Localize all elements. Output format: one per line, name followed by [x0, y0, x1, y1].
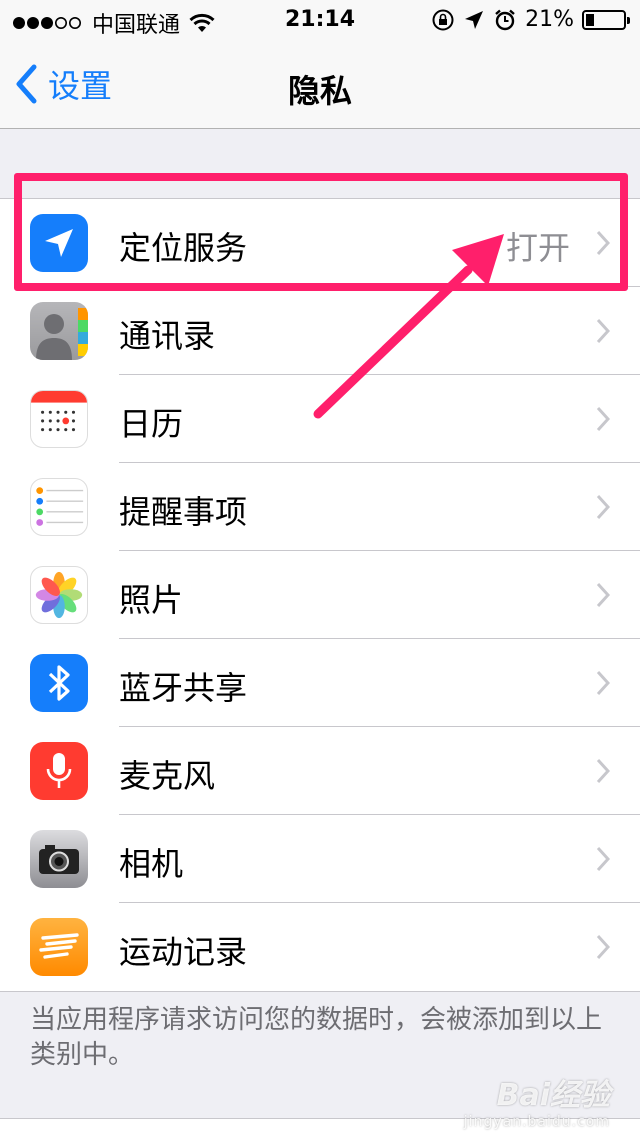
chevron-right-icon [596, 318, 610, 344]
bluetooth-icon [48, 665, 70, 701]
chevron-right-icon [596, 494, 610, 520]
rotation-lock-icon [432, 9, 454, 30]
chevron-right-icon [596, 846, 610, 872]
chevron-right-icon [596, 670, 610, 696]
row-value: 打开 [505, 229, 570, 267]
microphone-app-icon [30, 742, 88, 800]
motion-icon [39, 933, 79, 959]
photos-icon [35, 571, 83, 619]
chevron-right-icon [596, 582, 610, 608]
microphone-icon [46, 753, 72, 788]
status-bar: 中国联通 21:14 21% [0, 0, 640, 40]
settings-row-reminders[interactable]: 提醒事项 [0, 463, 640, 551]
watermark-main: Bai经验 [496, 1078, 610, 1113]
motion-app-icon [30, 918, 88, 976]
settings-row-photos[interactable]: 照片 [0, 551, 640, 639]
location-arrow-status-icon [465, 10, 484, 29]
chevron-right-icon [596, 758, 610, 784]
chevron-right-icon [596, 230, 610, 256]
row-label: 定位服务 [119, 229, 248, 267]
row-label: 照片 [119, 581, 184, 619]
battery-icon [582, 9, 630, 30]
camera-icon [39, 845, 79, 874]
privacy-settings-list: 定位服务 打开 通讯录 日历 提醒事项 照片 蓝牙共享 麦克风 相机 运动记录 [0, 198, 640, 992]
page-title: 隐私 [287, 72, 352, 110]
row-label: 运动记录 [119, 933, 248, 971]
navigation-bar: 设置 隐私 [0, 40, 640, 129]
row-label: 通讯录 [119, 317, 216, 355]
baidu-jingyan-watermark: Bai经验 jingyan.baidu.com [464, 1070, 610, 1130]
photos-app-icon [30, 566, 88, 624]
calendar-icon [31, 391, 87, 432]
row-label: 蓝牙共享 [119, 669, 248, 707]
row-label: 日历 [119, 405, 184, 443]
location-services-app-icon [30, 214, 88, 272]
contacts-app-icon [30, 302, 88, 360]
battery-percent: 21% [525, 7, 574, 32]
chevron-right-icon [596, 934, 610, 960]
row-label: 相机 [119, 845, 184, 883]
privacy-footer-note: 当应用程序请求访问您的数据时，会被添加到以上类别中。 [30, 1005, 603, 1070]
bluetooth-app-icon [30, 654, 88, 712]
alarm-icon [495, 9, 515, 30]
reminders-app-icon [30, 478, 88, 536]
chevron-right-icon [596, 406, 610, 432]
calendar-app-icon [30, 390, 88, 448]
settings-row-bluetooth-sharing[interactable]: 蓝牙共享 [0, 639, 640, 727]
settings-row-calendar[interactable]: 日历 [0, 375, 640, 463]
settings-row-contacts[interactable]: 通讯录 [0, 287, 640, 375]
row-label: 麦克风 [119, 757, 216, 795]
status-right: 21% [431, 7, 630, 32]
reminders-icon [36, 487, 84, 526]
watermark-sub: jingyan.baidu.com [463, 1114, 610, 1130]
settings-row-microphone[interactable]: 麦克风 [0, 727, 640, 815]
camera-app-icon [30, 830, 88, 888]
location-arrow-icon [45, 229, 73, 257]
settings-row-motion-activity[interactable]: 运动记录 [0, 903, 640, 991]
row-label: 提醒事项 [119, 493, 248, 531]
settings-row-location-services[interactable]: 定位服务 打开 [0, 199, 640, 287]
settings-row-camera[interactable]: 相机 [0, 815, 640, 903]
contacts-icon [36, 308, 88, 360]
